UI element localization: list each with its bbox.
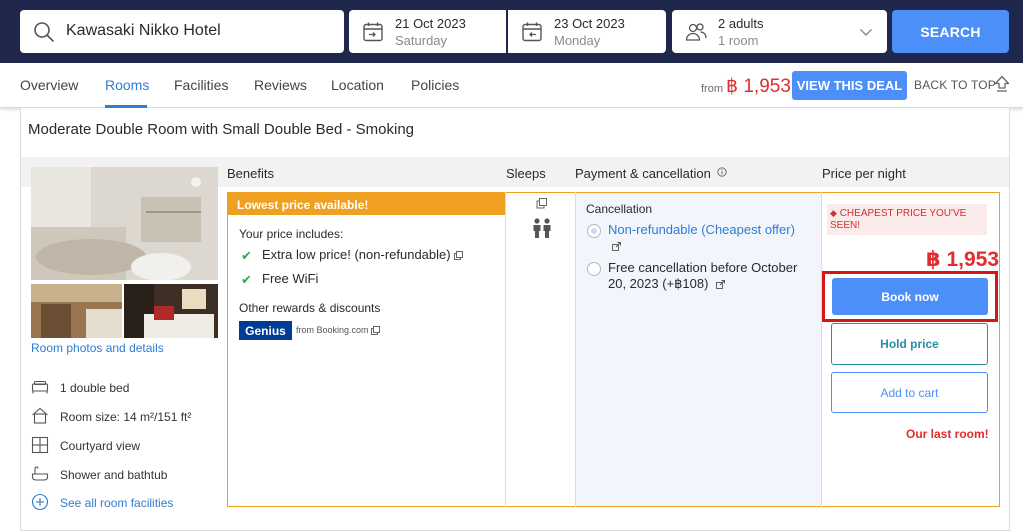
checkin-day: Saturday [395,33,448,48]
from-booking-text: from Booking.com [296,325,369,335]
room-photo-thumb-2[interactable] [124,284,218,338]
external-link-icon[interactable] [454,251,464,261]
tab-rooms[interactable]: Rooms [105,77,149,93]
checkout-date: 23 Oct 2023 [554,16,625,31]
room-price: ฿ 1,953 [926,248,999,271]
room-photo-main[interactable] [31,167,218,280]
cancellation-heading: Cancellation [586,202,653,216]
benefit-text: Free WiFi [262,271,319,286]
search-header: Kawasaki Nikko Hotel 21 Oct 2023 Saturda… [0,0,1023,63]
feature-size-text: Room size: 14 m²/151 ft² [60,410,192,424]
add-to-cart-button[interactable]: Add to cart [831,372,988,413]
destination-field[interactable]: Kawasaki Nikko Hotel [20,10,344,53]
checkout-field[interactable]: 23 Oct 2023 Monday [508,10,666,53]
view-this-deal-button[interactable]: VIEW THIS DEAL [792,71,907,100]
arrow-up-icon[interactable] [994,75,1010,93]
price-includes-label: Your price includes: [239,227,344,241]
option-free-cancellation-text: Free cancellation before October 20, 202… [608,260,798,291]
hold-price-button[interactable]: Hold price [831,323,988,365]
sleeps-header: Sleeps [506,166,546,181]
sleeps-icon [533,198,551,238]
room-photo-thumb-1[interactable] [31,284,122,338]
feature-bath-text: Shower and bathtub [60,468,168,482]
window-icon [31,436,49,454]
tab-overview[interactable]: Overview [20,77,78,93]
room-title: Moderate Double Room with Small Double B… [28,121,415,138]
people-icon [685,23,707,41]
room-photos-link[interactable]: Room photos and details [31,341,164,355]
checkmark-icon: ✔ [241,248,252,263]
genius-badge: Genius [239,321,292,340]
search-icon [34,22,54,42]
tag-icon: ◆ [830,208,837,218]
other-rewards-label: Other rewards & discounts [239,301,381,315]
option-non-refundable[interactable]: Non-refundable (Cheapest offer) [608,222,813,254]
from-price: ฿ 1,953 [726,76,791,97]
benefits-header: Benefits [227,166,274,181]
external-link-icon[interactable] [716,280,726,290]
tab-location[interactable]: Location [331,77,384,93]
checkmark-icon: ✔ [241,272,252,287]
book-now-button[interactable]: Book now [832,278,988,315]
guests-selector[interactable]: 2 adults 1 room [672,10,887,53]
calendar-checkin-icon [363,22,383,42]
external-link-icon[interactable] [612,242,621,252]
feature-bed-text: 1 double bed [60,381,130,395]
calendar-checkout-icon [522,22,542,42]
section-nav: Overview Rooms Facilities Reviews Locati… [0,63,1023,108]
payment-header-label: Payment & cancellation [575,166,711,181]
payment-header: Payment & cancellation [575,166,728,181]
rooms-count: 1 room [718,33,759,48]
house-icon [32,407,48,424]
feature-view-text: Courtyard view [60,439,141,453]
tab-facilities[interactable]: Facilities [174,77,228,93]
from-label: from [701,83,723,95]
tab-policies[interactable]: Policies [411,77,459,93]
bed-icon [31,380,49,394]
cheapest-price-text: CHEAPEST PRICE YOU'VE SEEN! [830,208,967,231]
search-button[interactable]: SEARCH [892,10,1009,53]
plus-circle-icon [31,493,49,511]
radio-free-cancellation[interactable] [587,262,601,276]
column-divider [505,192,506,507]
last-room-notice: Our last room! [906,427,989,441]
back-to-top-link[interactable]: BACK TO TOP [914,78,996,92]
column-divider [575,192,576,507]
from-booking-label: from Booking.com [296,325,380,336]
checkin-field[interactable]: 21 Oct 2023 Saturday [349,10,506,53]
price-header: Price per night [822,166,906,181]
guests-count: 2 adults [718,16,764,31]
option-non-refundable-text: Non-refundable (Cheapest offer) [608,222,795,237]
benefit-text: Extra low price! (non-refundable) [262,247,451,262]
column-divider [821,192,822,507]
destination-value: Kawasaki Nikko Hotel [66,22,221,39]
chevron-down-icon [860,29,872,36]
bathtub-icon [31,466,49,481]
radio-non-refundable[interactable] [587,224,601,238]
checkout-day: Monday [554,33,601,48]
lowest-price-badge: Lowest price available! [228,193,505,215]
tab-reviews[interactable]: Reviews [254,77,307,93]
checkin-date: 21 Oct 2023 [395,16,466,31]
cheapest-price-tag: ◆ CHEAPEST PRICE YOU'VE SEEN! [827,204,987,235]
option-free-cancellation[interactable]: Free cancellation before October 20, 202… [608,260,813,292]
see-all-facilities-link[interactable]: See all room facilities [60,496,173,510]
external-link-icon[interactable] [371,326,380,336]
info-icon[interactable] [717,167,728,177]
